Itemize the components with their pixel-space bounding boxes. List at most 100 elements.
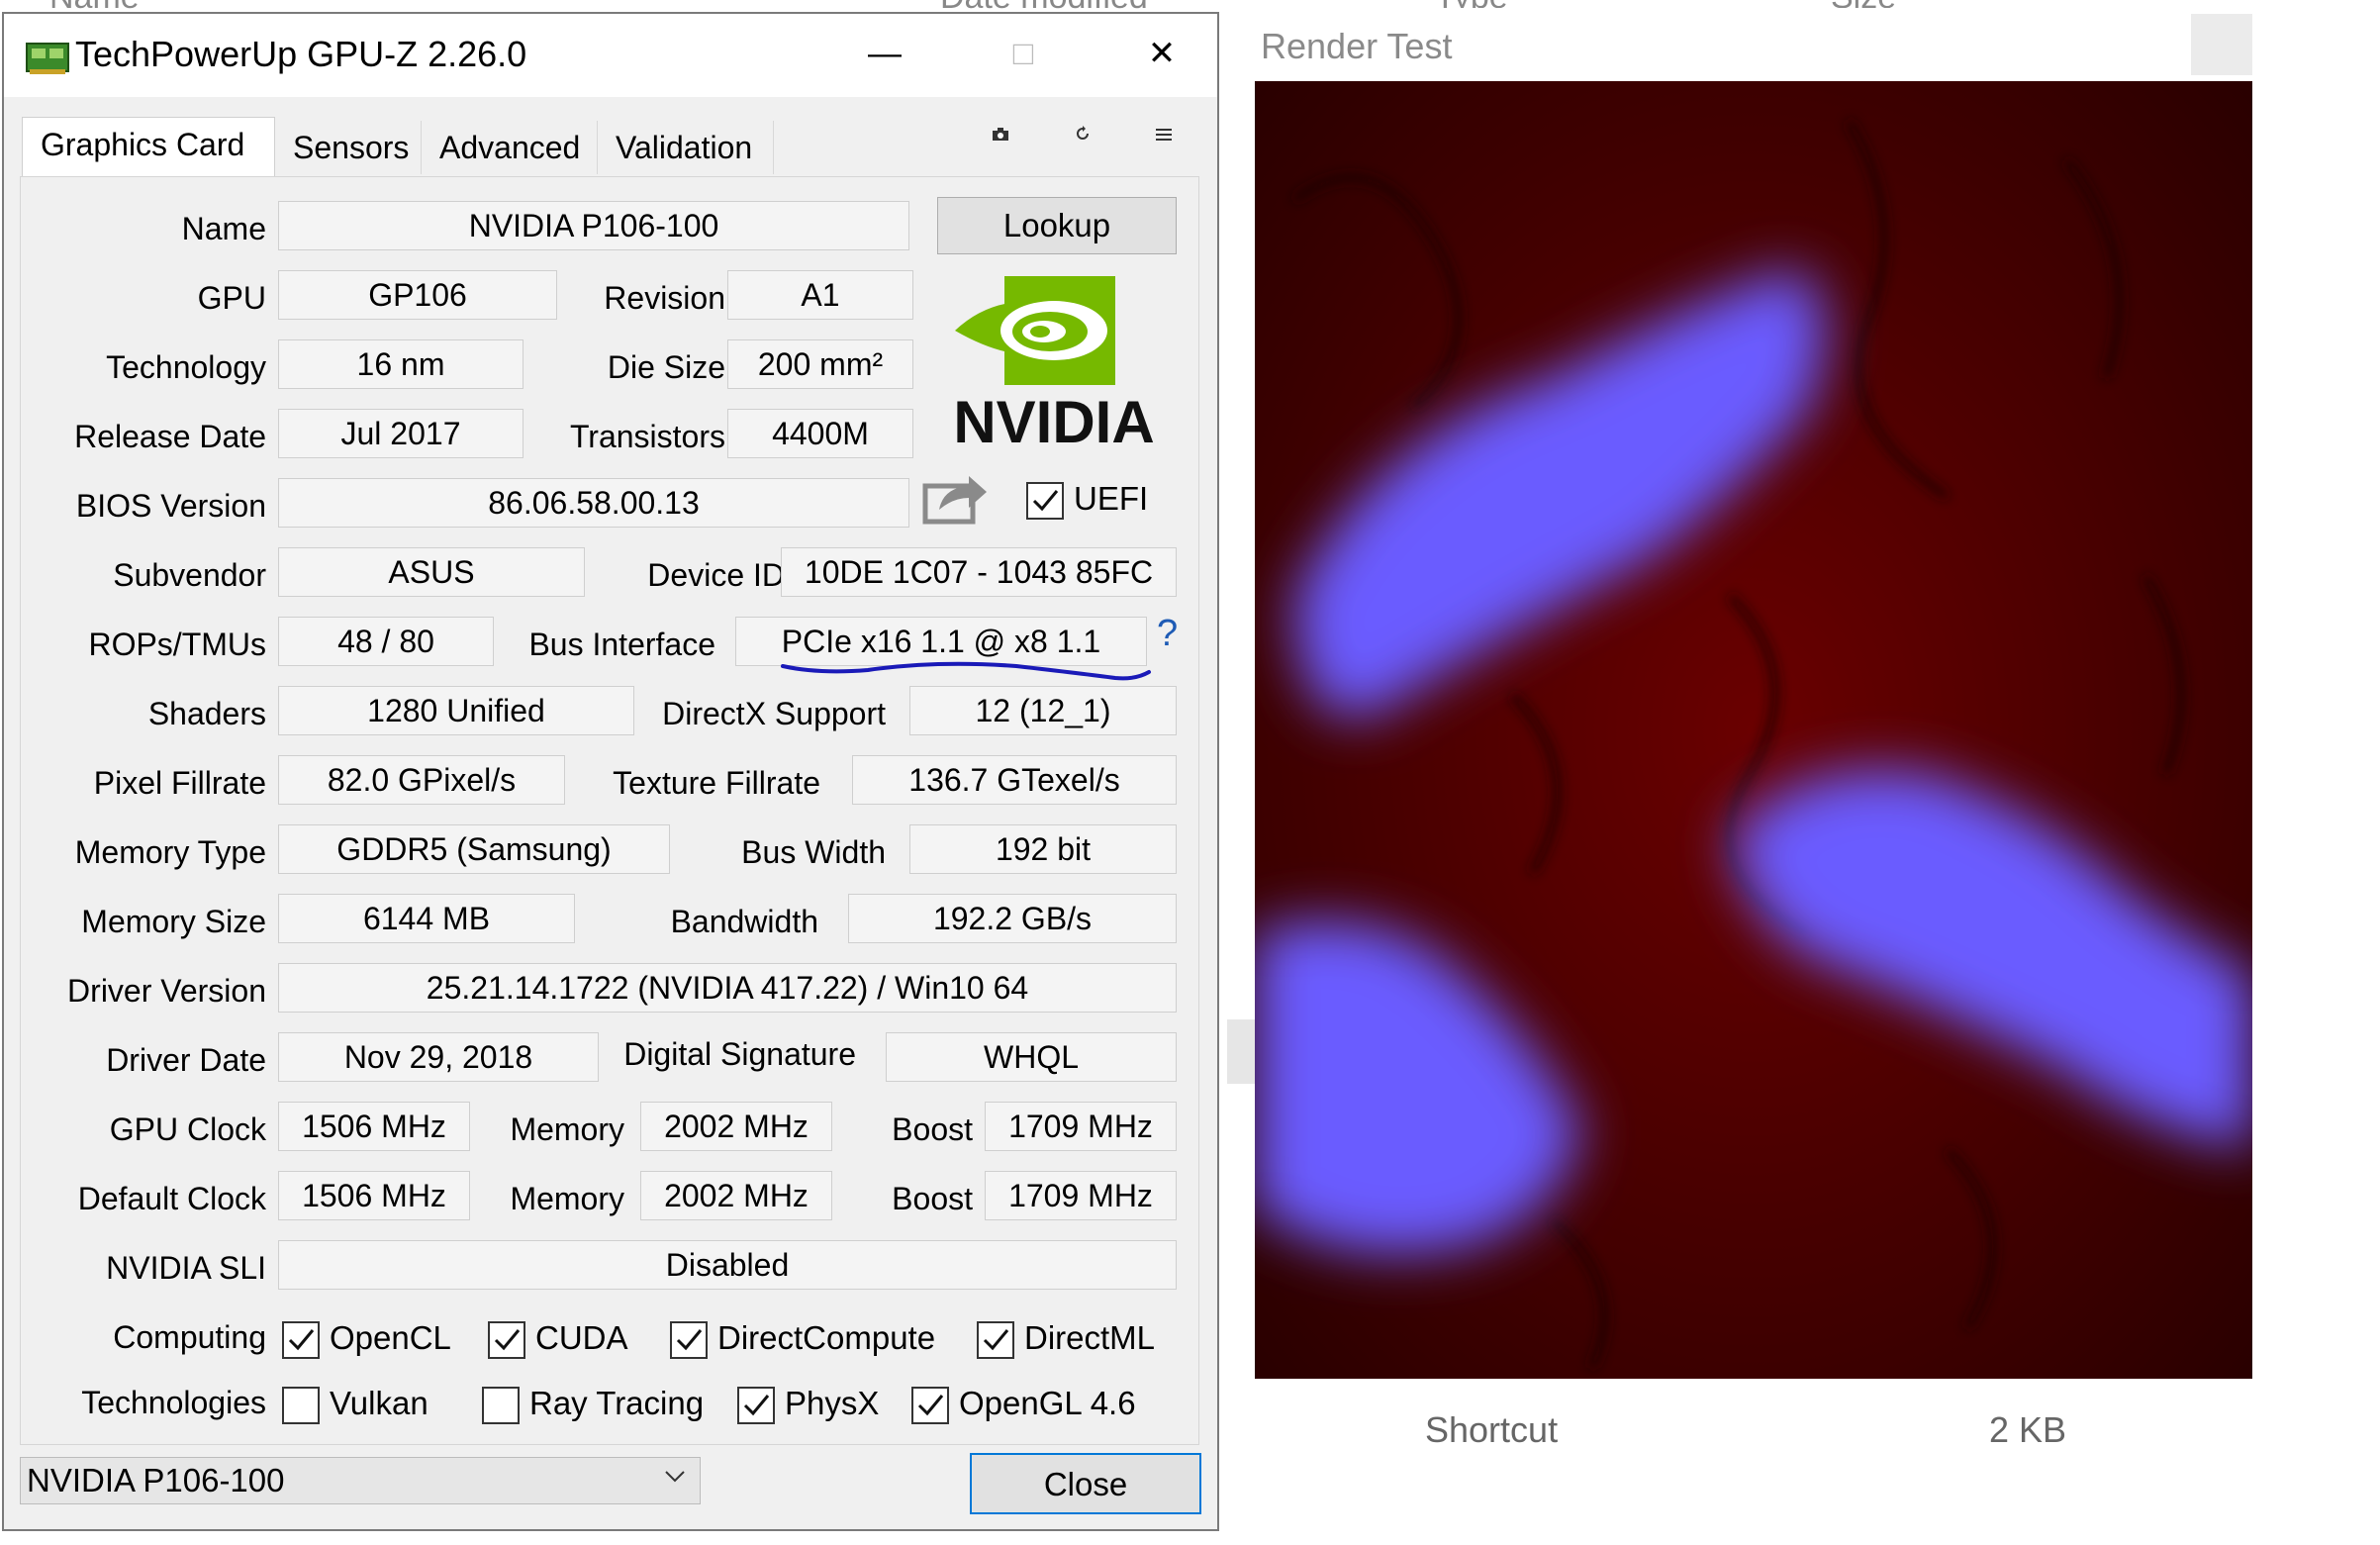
label-revision: Revision <box>604 280 725 316</box>
refresh-icon[interactable] <box>1075 125 1091 147</box>
field-driver-date: Nov 29, 2018 <box>278 1032 599 1082</box>
tab-validation[interactable]: Validation <box>598 121 774 174</box>
field-bios-version: 86.06.58.00.13 <box>278 478 909 528</box>
label-rops-tmus: ROPs/TMUs <box>88 627 266 662</box>
label-default-boost: Boost <box>892 1181 973 1216</box>
field-shaders: 1280 Unified <box>278 686 634 735</box>
field-default-memory: 2002 MHz <box>640 1171 832 1220</box>
nvidia-logo: NVIDIA <box>933 276 1175 455</box>
opengl-checkbox[interactable] <box>911 1387 949 1424</box>
label-memory-size: Memory Size <box>81 904 266 939</box>
field-release-date: Jul 2017 <box>278 409 524 458</box>
minimize-button[interactable]: — <box>840 24 929 83</box>
label-texture-fillrate: Texture Fillrate <box>613 765 820 801</box>
label-default-clock: Default Clock <box>77 1181 266 1216</box>
render-close-button[interactable] <box>2191 14 2252 75</box>
physx-label: PhysX <box>785 1385 880 1421</box>
title-bar[interactable]: TechPowerUp GPU-Z 2.26.0 — □ ✕ <box>4 14 1217 97</box>
annotation-underline <box>779 652 1155 688</box>
field-gpu-memory: 2002 MHz <box>640 1102 832 1151</box>
label-bandwidth: Bandwidth <box>670 904 818 939</box>
field-name: NVIDIA P106-100 <box>278 201 909 250</box>
gpu-select[interactable]: NVIDIA P106-100 <box>20 1457 701 1504</box>
field-gpu: GP106 <box>278 270 557 320</box>
label-default-memory: Memory <box>510 1181 624 1216</box>
bus-help-icon[interactable]: ? <box>1157 613 1178 655</box>
field-device-id: 10DE 1C07 - 1043 85FC <box>781 547 1177 597</box>
graphics-card-panel: Name NVIDIA P106-100 Lookup GPU GP106 Re… <box>20 176 1199 1445</box>
cuda-label: CUDA <box>535 1319 628 1356</box>
label-die-size: Die Size <box>607 349 725 385</box>
directml-checkbox[interactable] <box>977 1321 1014 1359</box>
nvidia-logo-text: NVIDIA <box>953 389 1154 454</box>
label-bios-version: BIOS Version <box>75 488 266 524</box>
label-gpu-memory: Memory <box>510 1111 624 1147</box>
physx-checkbox[interactable] <box>737 1387 775 1424</box>
label-gpu: GPU <box>197 280 266 316</box>
field-gpu-clock: 1506 MHz <box>278 1102 470 1151</box>
label-memory-type: Memory Type <box>74 834 266 870</box>
vulkan-label: Vulkan <box>330 1385 428 1421</box>
lookup-button[interactable]: Lookup <box>937 197 1177 254</box>
tab-advanced[interactable]: Advanced <box>422 121 598 174</box>
gpuz-window: TechPowerUp GPU-Z 2.26.0 — □ ✕ Graphics … <box>2 12 1219 1531</box>
field-transistors: 4400M <box>727 409 913 458</box>
gpu-select-value: NVIDIA P106-100 <box>27 1462 285 1498</box>
close-window-button[interactable]: ✕ <box>1117 24 1206 83</box>
label-release-date: Release Date <box>74 419 266 454</box>
label-pixel-fillrate: Pixel Fillrate <box>93 765 266 801</box>
field-bandwidth: 192.2 GB/s <box>848 894 1177 943</box>
ray-tracing-checkbox[interactable] <box>482 1387 520 1424</box>
chevron-down-icon <box>664 1470 686 1489</box>
field-texture-fillrate: 136.7 GTexel/s <box>852 755 1177 805</box>
field-rops-tmus: 48 / 80 <box>278 617 494 666</box>
opencl-label: OpenCL <box>330 1319 451 1356</box>
label-device-id: Device ID <box>647 557 785 593</box>
directml-label: DirectML <box>1024 1319 1156 1356</box>
cuda-checkbox[interactable] <box>488 1321 525 1359</box>
directcompute-checkbox[interactable] <box>670 1321 708 1359</box>
label-transistors: Transistors <box>569 419 725 454</box>
uefi-label: UEFI <box>1074 480 1149 517</box>
field-digital-signature: WHQL <box>886 1032 1177 1082</box>
camera-icon[interactable] <box>992 125 1009 147</box>
field-bus-width: 192 bit <box>909 824 1177 874</box>
label-gpu-boost: Boost <box>892 1111 973 1147</box>
field-gpu-boost: 1709 MHz <box>985 1102 1177 1151</box>
window-title: TechPowerUp GPU-Z 2.26.0 <box>75 34 527 74</box>
field-technology: 16 nm <box>278 339 524 389</box>
vulkan-checkbox[interactable] <box>282 1387 320 1424</box>
explorer-scrollbar[interactable] <box>1227 1019 1255 1084</box>
label-gpu-clock: GPU Clock <box>109 1111 266 1147</box>
field-subvendor: ASUS <box>278 547 585 597</box>
label-name: Name <box>181 211 266 246</box>
render-output <box>1255 81 2252 1379</box>
maximize-button[interactable]: □ <box>979 24 1068 83</box>
close-button[interactable]: Close <box>970 1453 1201 1514</box>
label-technologies: Technologies <box>81 1385 266 1420</box>
tab-sensors[interactable]: Sensors <box>275 121 422 174</box>
label-digital-signature: Digital Signature <box>623 1036 856 1072</box>
label-bus-width: Bus Width <box>741 834 886 870</box>
field-directx-support: 12 (12_1) <box>909 686 1177 735</box>
field-revision: A1 <box>727 270 913 320</box>
render-test-window: Render Test <box>1255 8 2252 1379</box>
tab-graphics-card[interactable]: Graphics Card <box>22 117 275 178</box>
field-pixel-fillrate: 82.0 GPixel/s <box>278 755 565 805</box>
label-subvendor: Subvendor <box>113 557 266 593</box>
label-driver-version: Driver Version <box>67 973 266 1009</box>
explorer-row-size: 2 KB <box>1989 1409 2067 1450</box>
field-default-boost: 1709 MHz <box>985 1171 1177 1220</box>
label-technology: Technology <box>106 349 266 385</box>
explorer-row-type: Shortcut <box>1425 1409 1559 1450</box>
uefi-checkbox[interactable] <box>1026 482 1064 520</box>
menu-icon[interactable] <box>1156 125 1172 147</box>
label-directx-support: DirectX Support <box>662 696 886 731</box>
label-computing: Computing <box>113 1319 266 1355</box>
label-driver-date: Driver Date <box>106 1042 266 1078</box>
opencl-checkbox[interactable] <box>282 1321 320 1359</box>
gpuz-app-icon <box>26 40 69 75</box>
directcompute-label: DirectCompute <box>717 1319 936 1356</box>
share-bios-icon[interactable] <box>921 470 991 526</box>
label-shaders: Shaders <box>147 696 266 731</box>
